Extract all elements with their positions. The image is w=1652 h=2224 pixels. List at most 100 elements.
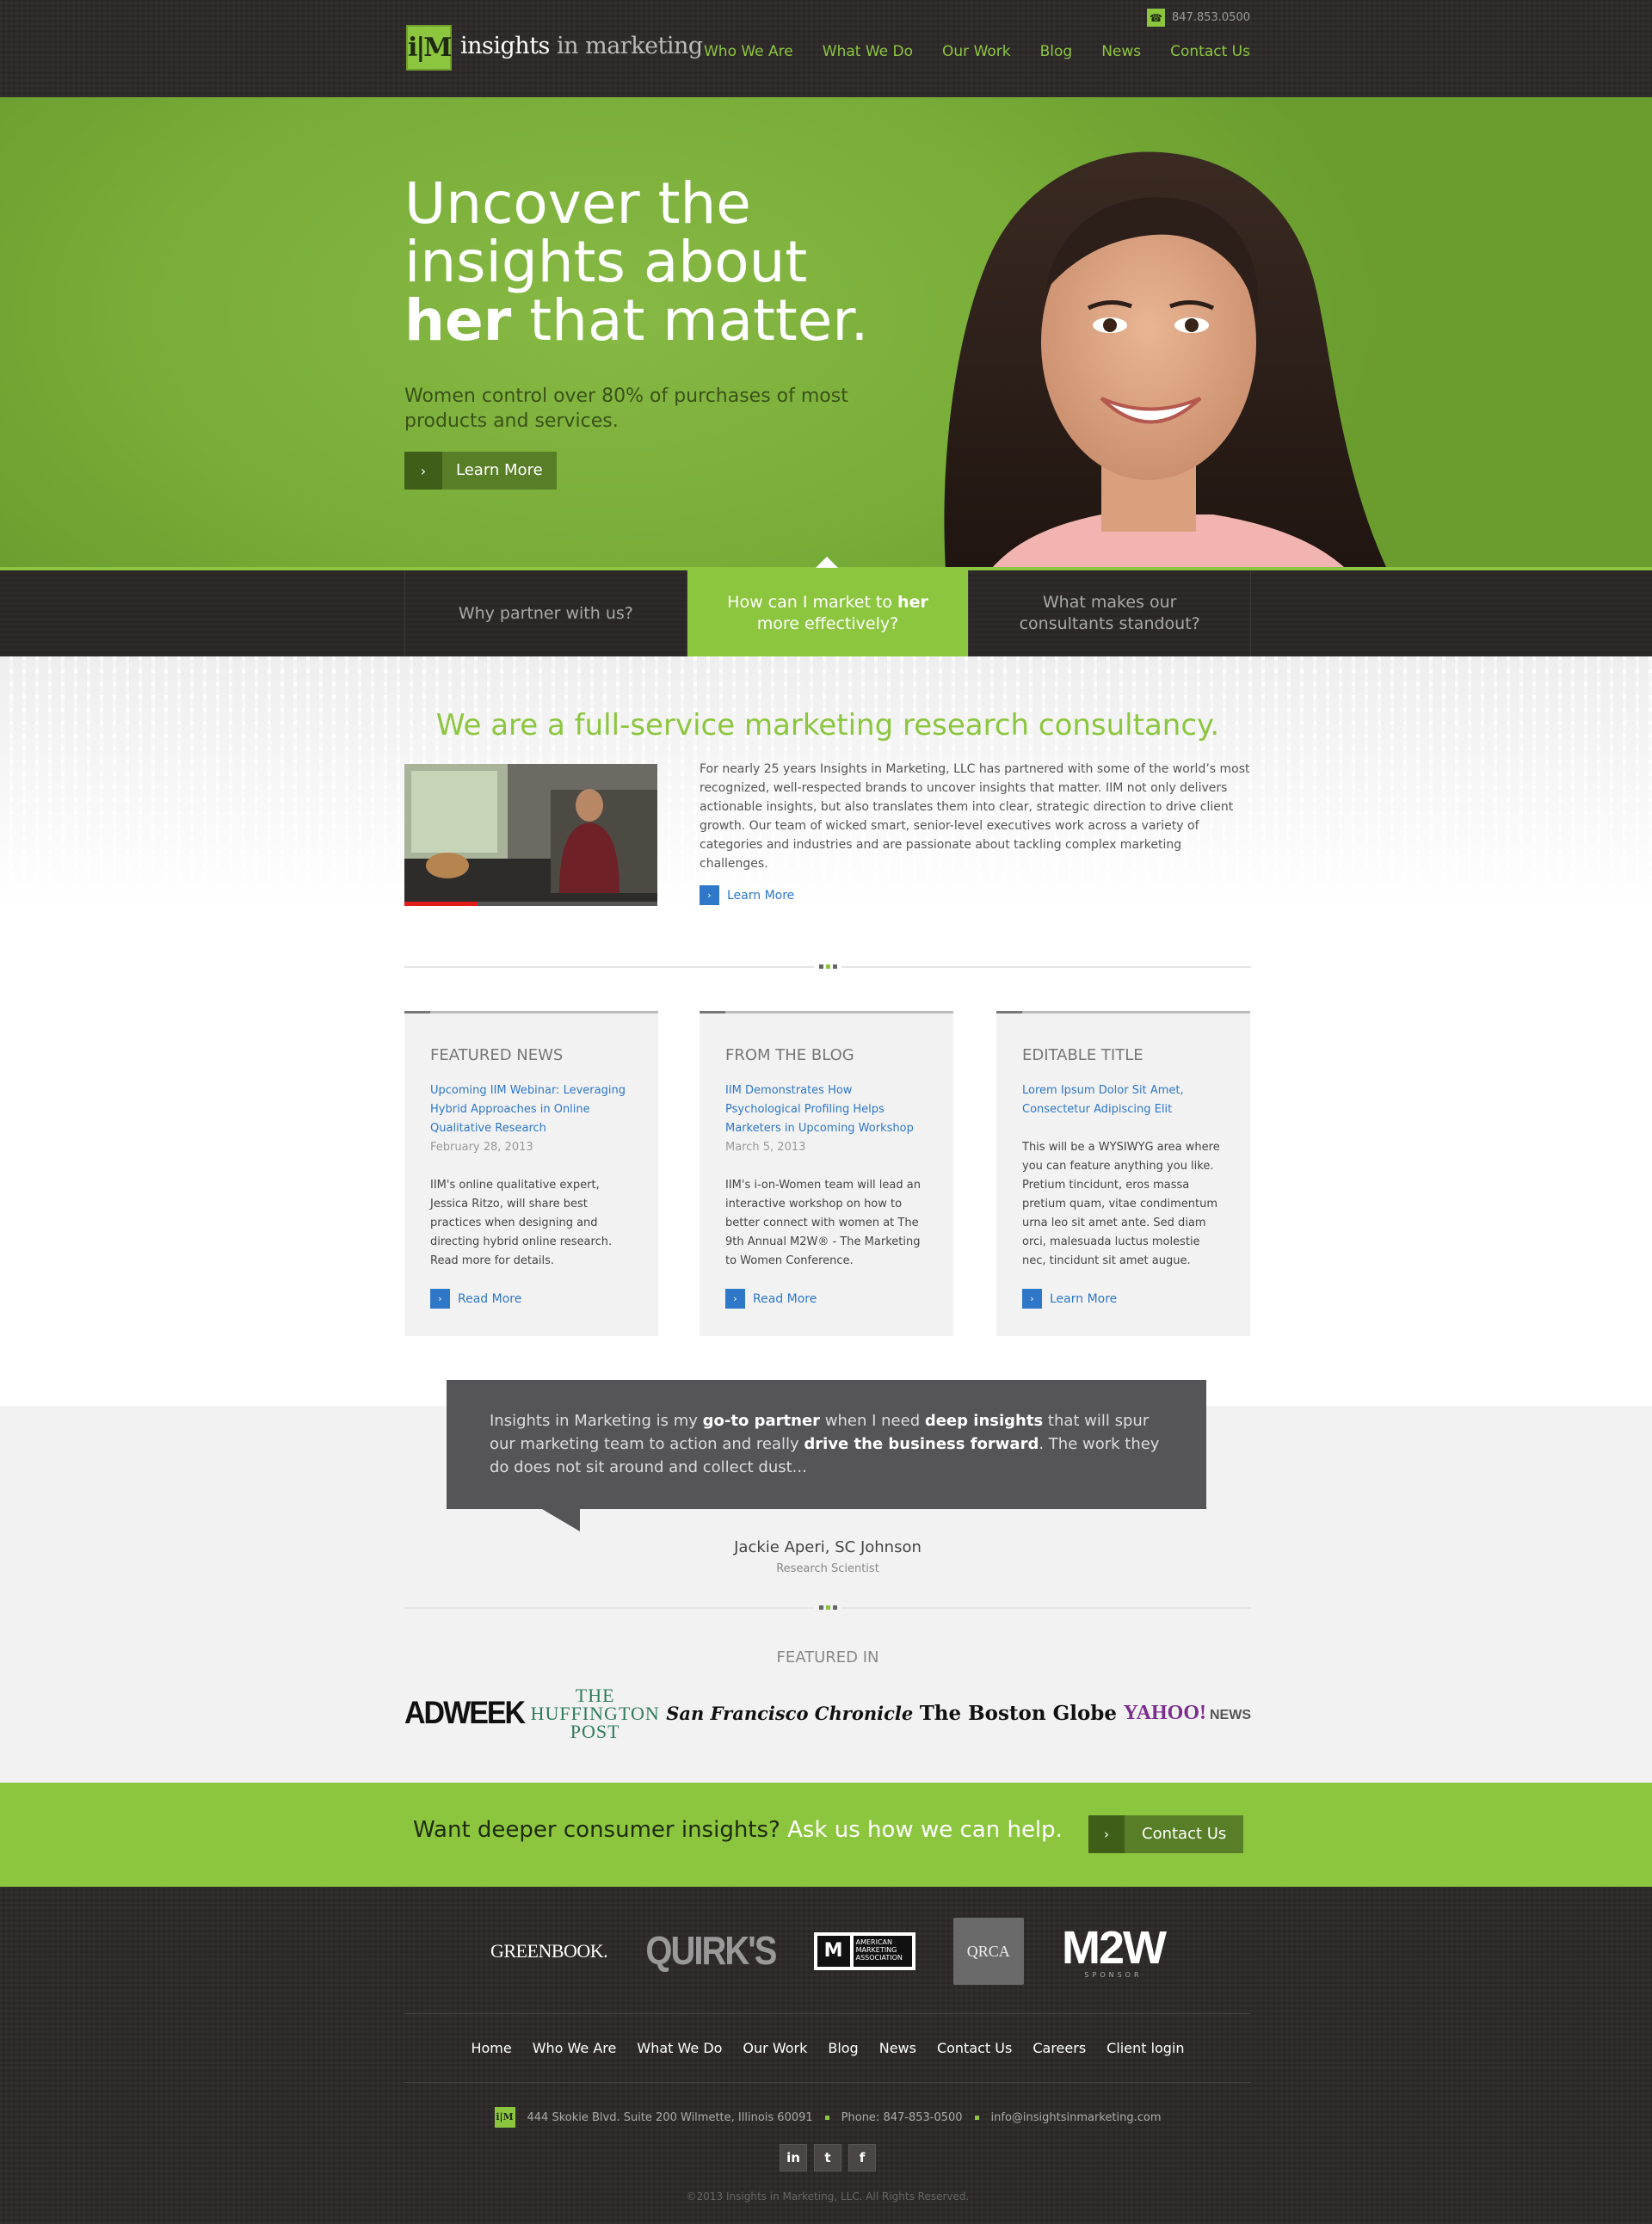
adweek-logo[interactable]: ADWEEK — [404, 1695, 526, 1732]
quote-bold: drive the business forward — [804, 1435, 1039, 1453]
footer-nav-contact-us[interactable]: Contact Us — [927, 2040, 1022, 2056]
quote-bold: go-to partner — [702, 1412, 821, 1430]
intro-learn-more-link[interactable]: › Learn More — [700, 885, 794, 905]
footer-nav-what-we-do[interactable]: What We Do — [626, 2040, 732, 2056]
chevron-right-icon: › — [404, 452, 442, 490]
intro-video-player[interactable] — [404, 764, 657, 906]
footer-nav-who-we-are[interactable]: Who We Are — [522, 2040, 627, 2056]
header-phone[interactable]: ☎ 847.853.0500 — [1147, 9, 1250, 27]
featured-in-label: FEATURED IN — [776, 1648, 879, 1666]
cta-banner: Want deeper consumer insights? Ask us ho… — [0, 1783, 1652, 1887]
footer-email-link[interactable]: info@insightsinmarketing.com — [991, 2111, 1162, 2124]
card-headline-link[interactable]: IIM Demonstrates How Psychological Profi… — [725, 1081, 928, 1138]
nav-what-we-do[interactable]: What We Do — [823, 43, 913, 60]
card-title: EDITABLE TITLE — [1022, 1046, 1143, 1064]
hero-headline-bold: her — [404, 287, 512, 354]
phone-icon: ☎ — [1147, 9, 1166, 27]
tab2-text-post: more effectively? — [756, 614, 899, 633]
card-date: March 5, 2013 — [725, 1141, 806, 1154]
hero-banner: Uncover the insights about her that matt… — [0, 97, 1652, 569]
site-footer: GREENBOOK. QUIRK'S M AMERICAN MARKETING A… — [0, 1887, 1652, 2224]
footer-phone[interactable]: Phone: 847-853-0500 — [841, 2111, 963, 2124]
footer-nav-client-login[interactable]: Client login — [1096, 2040, 1194, 2056]
card-link-label: Read More — [458, 1291, 522, 1306]
im-logo-small: i|M — [494, 2107, 515, 2128]
facebook-icon[interactable]: f — [848, 2144, 876, 2172]
qrca-logo[interactable]: QRCA — [952, 1918, 1024, 1985]
huff-line: POST — [570, 1720, 620, 1742]
card-read-more-link[interactable]: › Read More — [430, 1289, 521, 1309]
ama-logo[interactable]: M AMERICAN MARKETING ASSOCIATION — [813, 1932, 915, 1970]
card-body: IIM's online qualitative expert, Jessica… — [430, 1179, 613, 1267]
divider-dots — [814, 1605, 841, 1611]
tab-consultants-standout[interactable]: What makes our consultants standout? — [968, 570, 1252, 656]
card-link-label: Learn More — [1050, 1291, 1118, 1306]
cta-text: Want deeper consumer insights? Ask us ho… — [413, 1817, 1063, 1843]
logo-word-in-marketing: in marketing — [557, 33, 703, 59]
yahoo-word: YAHOO! — [1123, 1701, 1206, 1724]
card-read-more-link[interactable]: › Read More — [725, 1289, 817, 1309]
m2w-logo[interactable]: M2W SPONSOR — [1062, 1921, 1167, 1979]
tab-market-to-her-label: How can I market to her more effectively… — [727, 592, 928, 635]
footer-nav: Home Who We Are What We Do Our Work Blog… — [404, 2040, 1251, 2056]
card-editable-title: EDITABLE TITLE Lorem Ipsum Dolor Sit Ame… — [996, 1011, 1250, 1336]
nav-our-work[interactable]: Our Work — [942, 43, 1011, 60]
testimonial-section: Insights in Marketing is my go-to partne… — [0, 1380, 1652, 1783]
tab2-text-pre: How can I market to — [727, 593, 898, 612]
footer-nav-our-work[interactable]: Our Work — [732, 2040, 817, 2056]
hero-headline-rest: that matter. — [511, 287, 869, 354]
yahoo-news-logo[interactable]: YAHOO! NEWS — [1124, 1702, 1251, 1725]
footer-contact-info: i|M 444 Skokie Blvd. Suite 200 Wilmette,… — [404, 2107, 1251, 2128]
cta-contact-label: Contact Us — [1142, 1825, 1227, 1843]
logo-mark[interactable]: i|M — [406, 25, 453, 71]
nav-news[interactable]: News — [1101, 43, 1141, 60]
boston-globe-logo[interactable]: The Boston Globe — [920, 1702, 1117, 1725]
section-divider — [404, 964, 1251, 970]
intro-title: We are a full-service marketing research… — [435, 708, 1220, 742]
chevron-right-icon: › — [725, 1289, 745, 1309]
card-headline-link[interactable]: Lorem Ipsum Dolor Sit Amet, Consectetur … — [1022, 1081, 1224, 1119]
footer-nav-careers[interactable]: Careers — [1022, 2040, 1096, 2056]
copyright: ©2013 Insights in Marketing, LLC. All Ri… — [686, 2190, 970, 2202]
quote-text: when I need — [820, 1412, 925, 1430]
featured-logos: ADWEEK THE HUFFINGTON POST San Francisco C… — [404, 1683, 1251, 1743]
ama-mark: M — [817, 1936, 850, 1967]
logo-wordmark[interactable]: insights in marketing — [460, 33, 703, 59]
quirks-logo[interactable]: QUIRK'S — [645, 1929, 777, 1974]
chevron-right-icon: › — [1022, 1289, 1042, 1309]
testimonial-quote: Insights in Marketing is my go-to partne… — [447, 1380, 1206, 1509]
tab-market-to-her[interactable]: How can I market to her more effectively… — [686, 570, 969, 656]
hero-headline-line1: Uncover the — [404, 170, 751, 237]
hero-learn-more-button[interactable]: › Learn More — [404, 452, 557, 490]
intro-learn-more-label: Learn More — [727, 888, 795, 903]
sf-chronicle-logo[interactable]: San Francisco Chronicle — [666, 1703, 913, 1724]
cta-contact-button[interactable]: › Contact Us — [1088, 1815, 1244, 1853]
separator-dot — [974, 2115, 979, 2120]
feature-tabs: Why partner with us? How can I market to… — [0, 557, 1652, 656]
section-divider — [404, 1605, 1251, 1611]
chevron-right-icon: › — [1088, 1815, 1125, 1853]
card-headline-link[interactable]: Upcoming IIM Webinar: Leveraging Hybrid … — [430, 1081, 632, 1138]
card-from-the-blog: FROM THE BLOG IIM Demonstrates How Psych… — [700, 1011, 953, 1336]
huffington-post-logo[interactable]: THE HUFFINGTON POST — [531, 1685, 660, 1742]
divider-dots — [814, 964, 841, 970]
nav-contact-us[interactable]: Contact Us — [1170, 43, 1250, 60]
footer-nav-news[interactable]: News — [869, 2040, 927, 2056]
linkedin-icon[interactable]: in — [780, 2144, 807, 2172]
nav-blog[interactable]: Blog — [1040, 43, 1073, 60]
footer-nav-blog[interactable]: Blog — [817, 2040, 868, 2056]
m2w-word: M2W — [1062, 1921, 1167, 1974]
footer-nav-home[interactable]: Home — [460, 2040, 521, 2056]
hero-headline: Uncover the insights about her that matt… — [404, 175, 955, 350]
tab-why-partner[interactable]: Why partner with us? — [404, 570, 687, 656]
intro-body: For nearly 25 years Insights in Marketin… — [700, 762, 1250, 871]
nav-who-we-are[interactable]: Who We Are — [704, 43, 793, 60]
card-body: This will be a WYSIWYG area where you ca… — [1022, 1141, 1220, 1267]
tab-notch — [816, 557, 838, 568]
cta-text-dark: Want deeper consumer insights? — [413, 1817, 780, 1843]
greenbook-logo[interactable]: GREENBOOK. — [490, 1940, 608, 1962]
site-header: i|M insights in marketing ☎ 847.853.0500… — [0, 0, 1652, 97]
card-learn-more-link[interactable]: › Learn More — [1022, 1289, 1117, 1309]
yahoo-news-word: NEWS — [1209, 1707, 1251, 1722]
twitter-icon[interactable]: t — [814, 2144, 841, 2172]
